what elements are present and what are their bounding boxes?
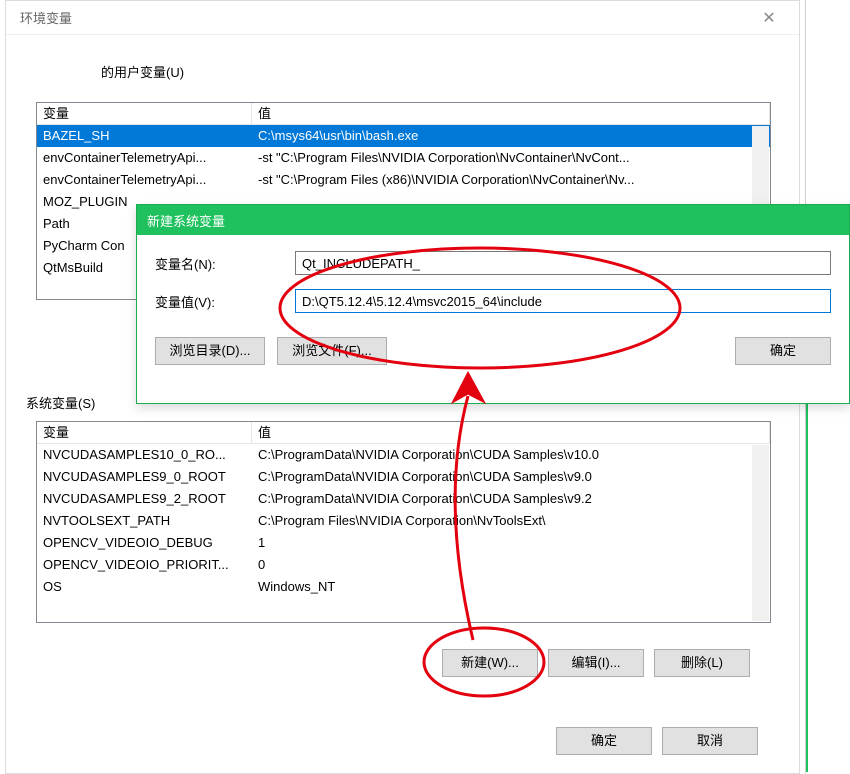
system-new-button[interactable]: 新建(W)... [442,649,538,677]
table-row[interactable]: NVCUDASAMPLES10_0_RO...C:\ProgramData\NV… [37,444,770,466]
cell-value: C:\ProgramData\NVIDIA Corporation\CUDA S… [252,444,770,466]
table-row[interactable]: OSWindows_NT [37,576,770,598]
col-value[interactable]: 值 [252,103,770,125]
window-title: 环境变量 [16,8,72,27]
cell-name: NVTOOLSEXT_PATH [37,510,252,532]
new-system-var-dialog: 新建系统变量 变量名(N): 变量值(V): 浏览目录(D)... 浏览文件(F… [136,204,850,404]
cell-value: C:\ProgramData\NVIDIA Corporation\CUDA S… [252,466,770,488]
cell-name: NVCUDASAMPLES10_0_RO... [37,444,252,466]
cancel-button[interactable]: 取消 [662,727,758,755]
cell-value: -st "C:\Program Files\NVIDIA Corporation… [252,147,770,169]
cell-value: C:\ProgramData\NVIDIA Corporation\CUDA S… [252,488,770,510]
user-vars-header: 变量 值 [37,103,770,125]
system-vars-table[interactable]: 变量 值 NVCUDASAMPLES10_0_RO...C:\ProgramDa… [36,421,771,623]
system-edit-button[interactable]: 编辑(I)... [548,649,644,677]
ok-button[interactable]: 确定 [556,727,652,755]
table-row[interactable]: NVTOOLSEXT_PATHC:\Program Files\NVIDIA C… [37,510,770,532]
close-icon[interactable]: ✕ [749,8,789,28]
modal-ok-button[interactable]: 确定 [735,337,831,365]
table-row[interactable]: NVCUDASAMPLES9_2_ROOTC:\ProgramData\NVID… [37,488,770,510]
cell-name: envContainerTelemetryApi... [37,147,252,169]
var-value-input[interactable] [295,289,831,313]
system-vars-scrollbar[interactable] [752,445,769,621]
cell-name: BAZEL_SH [37,125,252,147]
system-vars-header: 变量 值 [37,422,770,444]
cell-value: -st "C:\Program Files (x86)\NVIDIA Corpo… [252,169,770,191]
cell-name: NVCUDASAMPLES9_2_ROOT [37,488,252,510]
var-name-input[interactable] [295,251,831,275]
cell-value: 1 [252,532,770,554]
var-name-label: 变量名(N): [155,254,295,273]
table-row[interactable]: BAZEL_SHC:\msys64\usr\bin\bash.exe [37,125,770,147]
cell-value: 0 [252,554,770,576]
col-name[interactable]: 变量 [37,103,252,125]
browse-file-button[interactable]: 浏览文件(F)... [277,337,387,365]
user-vars-label: 的用户变量(U) [101,62,184,81]
col-value[interactable]: 值 [252,422,770,444]
table-row[interactable]: envContainerTelemetryApi...-st "C:\Progr… [37,147,770,169]
table-row[interactable]: NVCUDASAMPLES9_0_ROOTC:\ProgramData\NVID… [37,466,770,488]
cell-name: NVCUDASAMPLES9_0_ROOT [37,466,252,488]
table-row[interactable]: OPENCV_VIDEOIO_DEBUG1 [37,532,770,554]
modal-title: 新建系统变量 [147,211,225,230]
table-row[interactable]: OPENCV_VIDEOIO_PRIORIT...0 [37,554,770,576]
cell-name: OS [37,576,252,598]
cell-value: C:\Program Files\NVIDIA Corporation\NvTo… [252,510,770,532]
table-row[interactable]: envContainerTelemetryApi...-st "C:\Progr… [37,169,770,191]
cell-name: OPENCV_VIDEOIO_PRIORIT... [37,554,252,576]
cell-name: OPENCV_VIDEOIO_DEBUG [37,532,252,554]
system-vars-label: 系统变量(S) [26,393,95,412]
titlebar: 环境变量 ✕ [6,1,799,35]
system-delete-button[interactable]: 删除(L) [654,649,750,677]
cell-value: C:\msys64\usr\bin\bash.exe [252,125,770,147]
col-name[interactable]: 变量 [37,422,252,444]
browse-dir-button[interactable]: 浏览目录(D)... [155,337,265,365]
var-value-label: 变量值(V): [155,292,295,311]
modal-titlebar: 新建系统变量 [137,205,849,235]
cell-value: Windows_NT [252,576,770,598]
cell-name: envContainerTelemetryApi... [37,169,252,191]
